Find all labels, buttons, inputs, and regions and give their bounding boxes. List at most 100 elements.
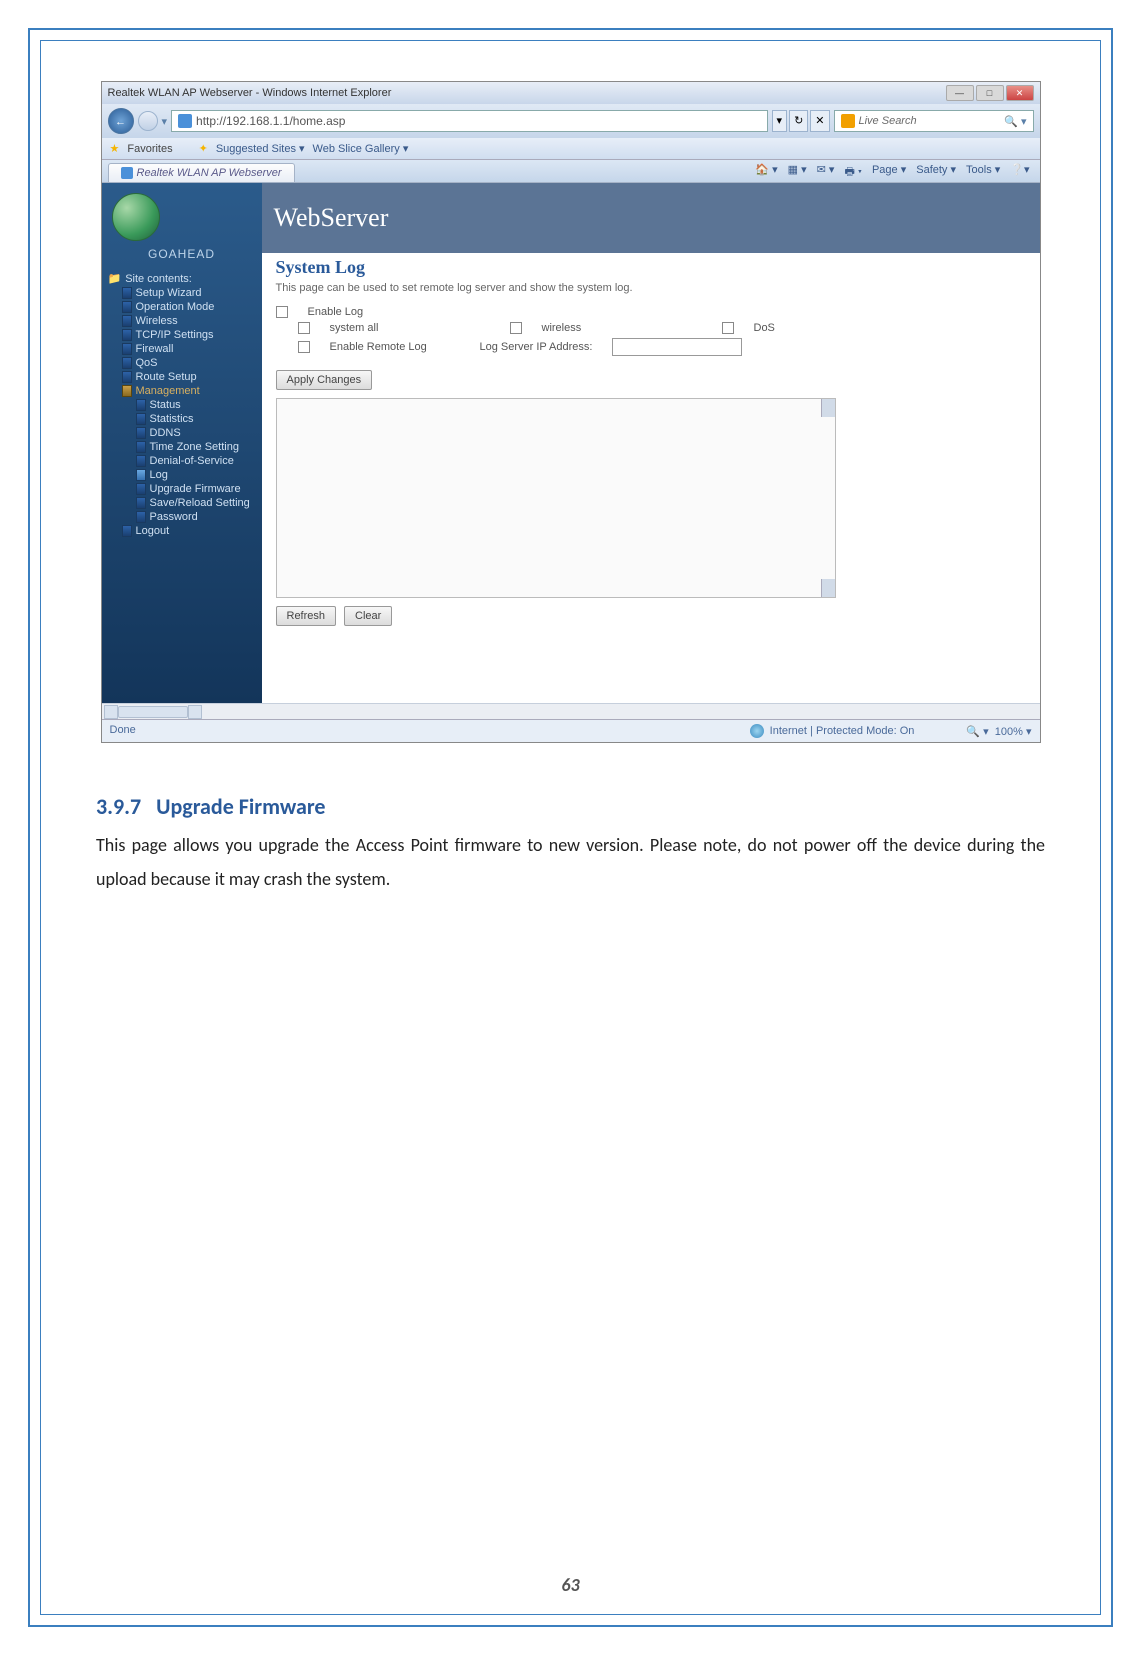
- tree-root[interactable]: 📁 Site contents:: [108, 271, 262, 286]
- page-title: System Log: [276, 257, 1026, 278]
- banner-title: WebServer: [274, 203, 389, 233]
- favorites-label[interactable]: Favorites: [127, 143, 172, 155]
- system-all-checkbox[interactable]: [298, 322, 310, 334]
- section-heading: 3.9.7 Upgrade Firmware: [96, 793, 1045, 820]
- nav-password[interactable]: Password: [108, 510, 262, 524]
- nav-timezone[interactable]: Time Zone Setting: [108, 440, 262, 454]
- command-bar: 🏠 ▾ ▦ ▾ ✉ ▾ 🖶 ▾ Page ▾ Safety ▾ Tools ▾ …: [755, 163, 1033, 182]
- nav-dos[interactable]: Denial-of-Service: [108, 454, 262, 468]
- clear-log-button[interactable]: Clear: [344, 606, 392, 626]
- page-content-pane: GoAhead 📁 Site contents: Setup Wizard Op…: [102, 183, 1040, 703]
- sidebar-hscroll: [102, 703, 1040, 719]
- dos-checkbox[interactable]: [722, 322, 734, 334]
- heading-text: Upgrade Firmware: [156, 793, 325, 820]
- close-button[interactable]: ✕: [1006, 85, 1034, 101]
- nav-wireless[interactable]: Wireless: [108, 314, 262, 328]
- hscroll-left[interactable]: [104, 705, 118, 719]
- enable-remote-checkbox[interactable]: [298, 341, 310, 353]
- nav-setup-wizard[interactable]: Setup Wizard: [108, 286, 262, 300]
- row-log-types: system all wireless DoS: [276, 322, 1026, 334]
- nav-operation-mode[interactable]: Operation Mode: [108, 300, 262, 314]
- window-titlebar: Realtek WLAN AP Webserver - Windows Inte…: [102, 82, 1040, 104]
- maximize-button[interactable]: □: [976, 85, 1004, 101]
- heading-number: 3.9.7: [96, 793, 141, 820]
- search-input[interactable]: Live Search 🔍 ▾: [834, 110, 1034, 132]
- section-paragraph: This page allows you upgrade the Access …: [96, 828, 1045, 896]
- page-number: 63: [41, 1574, 1100, 1596]
- nav-qos[interactable]: QoS: [108, 356, 262, 370]
- address-bar-row: ← ▾ http://192.168.1.1/home.asp ▾ ↻ ✕ Li…: [102, 104, 1040, 138]
- wireless-label: wireless: [542, 322, 642, 334]
- cmd-safety-menu[interactable]: Safety ▾: [916, 163, 956, 182]
- search-placeholder: Live Search: [859, 115, 917, 127]
- cmd-home-icon[interactable]: 🏠 ▾: [755, 163, 777, 182]
- enable-log-label: Enable Log: [308, 306, 408, 318]
- nav-firewall[interactable]: Firewall: [108, 342, 262, 356]
- hscroll-thumb[interactable]: [118, 706, 188, 718]
- main-panel: WebServer System Log This page can be us…: [262, 183, 1040, 703]
- address-input[interactable]: http://192.168.1.1/home.asp: [171, 110, 768, 132]
- addr-dropdown-icon[interactable]: ▾: [162, 115, 168, 128]
- nav-forward-button[interactable]: [138, 111, 158, 131]
- minimize-button[interactable]: —: [946, 85, 974, 101]
- favorites-star-icon[interactable]: ★: [110, 142, 120, 155]
- enable-log-checkbox[interactable]: [276, 306, 288, 318]
- nav-back-button[interactable]: ←: [108, 108, 134, 134]
- page-body: System Log This page can be used to set …: [262, 253, 1040, 636]
- wireless-checkbox[interactable]: [510, 322, 522, 334]
- suggested-sites-icon: ✦: [199, 142, 208, 155]
- browser-tab[interactable]: Realtek WLAN AP Webserver: [108, 163, 295, 182]
- ie-icon: [178, 114, 192, 128]
- system-all-label: system all: [330, 322, 430, 334]
- globe-icon: [112, 193, 160, 241]
- nav-statistics[interactable]: Statistics: [108, 412, 262, 426]
- nav-sidebar: GoAhead 📁 Site contents: Setup Wizard Op…: [102, 183, 262, 703]
- url-text: http://192.168.1.1/home.asp: [196, 114, 345, 128]
- web-slice-link[interactable]: Web Slice Gallery ▾: [313, 142, 409, 155]
- nav-management[interactable]: Management: [108, 384, 262, 398]
- log-scroll-down[interactable]: [821, 579, 835, 597]
- status-bar: Done Internet | Protected Mode: On 🔍 ▾ 1…: [102, 719, 1040, 742]
- row-remote-log: Enable Remote Log Log Server IP Address:: [276, 338, 1026, 356]
- cmd-tools-menu[interactable]: Tools ▾: [966, 163, 1000, 182]
- log-server-label: Log Server IP Address:: [480, 341, 593, 353]
- apply-changes-button[interactable]: Apply Changes: [276, 370, 373, 390]
- log-server-input[interactable]: [612, 338, 742, 356]
- addr-dropdown-button[interactable]: ▾: [772, 110, 788, 132]
- zone-text: Internet | Protected Mode: On: [770, 725, 915, 737]
- hscroll-right[interactable]: [188, 705, 202, 719]
- nav-log[interactable]: Log: [108, 468, 262, 482]
- nav-logout[interactable]: Logout: [108, 524, 262, 538]
- dos-label: DoS: [754, 322, 854, 334]
- zoom-indicator[interactable]: 🔍 ▾ 100% ▾: [966, 725, 1031, 738]
- page-description: This page can be used to set remote log …: [276, 282, 1026, 294]
- suggested-sites-link[interactable]: Suggested Sites ▾: [216, 142, 305, 155]
- browser-window: Realtek WLAN AP Webserver - Windows Inte…: [101, 81, 1041, 743]
- refresh-button[interactable]: ↻: [789, 110, 808, 132]
- cmd-help-icon[interactable]: ❔▾: [1010, 163, 1029, 182]
- nav-save-reload[interactable]: Save/Reload Setting: [108, 496, 262, 510]
- log-scroll-up[interactable]: [821, 399, 835, 417]
- cmd-print-icon[interactable]: 🖶 ▾: [844, 163, 862, 182]
- tab-title: Realtek WLAN AP Webserver: [137, 167, 282, 179]
- cmd-feeds-icon[interactable]: ▦ ▾: [788, 163, 807, 182]
- favorites-bar: ★ Favorites ✦ Suggested Sites ▾ Web Slic…: [102, 138, 1040, 160]
- stop-button[interactable]: ✕: [810, 110, 829, 132]
- nav-route-setup[interactable]: Route Setup: [108, 370, 262, 384]
- zone-icon: [750, 724, 764, 738]
- refresh-log-button[interactable]: Refresh: [276, 606, 337, 626]
- nav-tcpip[interactable]: TCP/IP Settings: [108, 328, 262, 342]
- nav-status[interactable]: Status: [108, 398, 262, 412]
- window-title: Realtek WLAN AP Webserver - Windows Inte…: [108, 87, 392, 99]
- nav-upgrade-firmware[interactable]: Upgrade Firmware: [108, 482, 262, 496]
- nav-tree: 📁 Site contents: Setup Wizard Operation …: [102, 267, 262, 538]
- log-textarea[interactable]: [276, 398, 836, 598]
- cmd-mail-icon[interactable]: ✉ ▾: [817, 163, 835, 182]
- cmd-page-menu[interactable]: Page ▾: [872, 163, 906, 182]
- nav-ddns[interactable]: DDNS: [108, 426, 262, 440]
- search-go-icon[interactable]: 🔍 ▾: [1004, 115, 1026, 128]
- status-done: Done: [110, 724, 136, 738]
- row-enable-log: Enable Log: [276, 306, 1026, 318]
- page-content: Realtek WLAN AP Webserver - Windows Inte…: [40, 40, 1101, 1615]
- banner: WebServer: [262, 183, 1040, 253]
